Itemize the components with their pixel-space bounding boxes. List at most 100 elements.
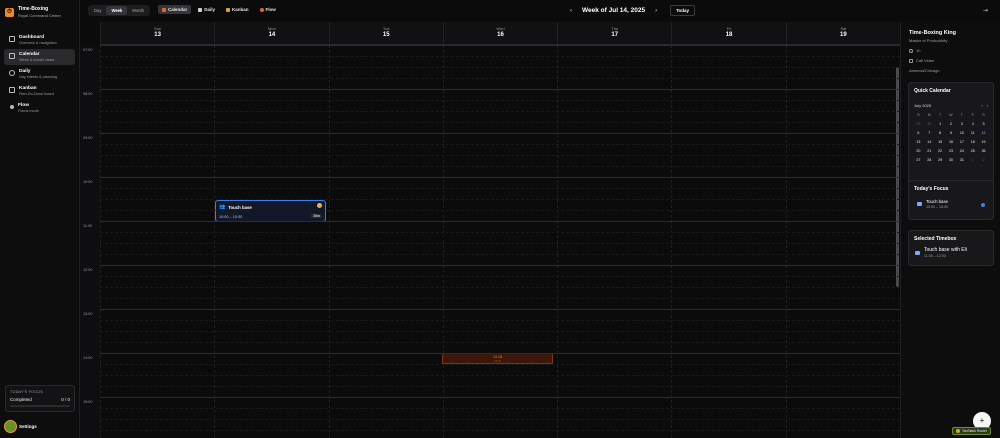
hour-line — [100, 309, 900, 310]
mini-calendar-day[interactable]: 25 — [967, 148, 978, 155]
mini-calendar-day[interactable]: 28 — [924, 157, 935, 164]
day-date: 18 — [725, 32, 733, 38]
focus-summary-label: Completed — [10, 397, 32, 402]
mini-calendar-day[interactable]: 29 — [913, 121, 924, 128]
weekday-label: F — [971, 113, 974, 117]
mini-calendar-day[interactable]: 26 — [978, 148, 989, 155]
range-month[interactable]: Month — [127, 6, 149, 15]
mini-calendar-day[interactable]: 16 — [946, 139, 957, 146]
chevron-right-icon[interactable]: › — [987, 103, 988, 108]
mini-calendar-day[interactable]: 4 — [967, 121, 978, 128]
time-label: 10:00 — [83, 180, 93, 184]
quarter-line — [100, 419, 900, 420]
tab-daily[interactable]: Daily — [194, 5, 219, 14]
tab-flow[interactable]: Flow — [256, 5, 280, 14]
mini-calendar-day[interactable]: 12 — [978, 130, 989, 137]
selected-timebox-card: Selected Timebox Touch base with Eli 11:3… — [908, 230, 994, 266]
tab-calendar[interactable]: Calendar — [158, 5, 192, 14]
mini-calendar-day[interactable]: 21 — [924, 148, 935, 155]
quick-calendar-month: July 2025 — [914, 103, 932, 108]
sidebar-item-calendar[interactable]: Calendar Week & month views — [4, 49, 75, 65]
today-button[interactable]: Today — [670, 5, 696, 16]
quarter-line — [100, 364, 900, 365]
mini-calendar-day[interactable]: 10 — [956, 130, 967, 137]
quarter-line — [100, 375, 900, 376]
mini-calendar-day[interactable]: 20 — [913, 148, 924, 155]
tab-kanban[interactable]: Kanban — [222, 5, 253, 14]
sidebar-item-daily[interactable]: Daily Day intents & planning — [4, 66, 75, 82]
mini-calendar-day[interactable]: 5 — [978, 121, 989, 128]
quarter-line — [100, 243, 900, 244]
hour-line — [100, 177, 900, 178]
mini-calendar-day[interactable]: 9 — [946, 130, 957, 137]
focus-item[interactable]: Touch base 10:00 – 10:30 — [909, 192, 993, 215]
mini-calendar-day[interactable]: 22 — [935, 148, 946, 155]
mini-calendar-day[interactable]: 15 — [935, 139, 946, 146]
resize-handle-top[interactable] — [268, 200, 274, 201]
mini-calendar-day[interactable]: 2 — [946, 121, 957, 128]
brand-subtitle: Royal Command Center — [18, 13, 61, 18]
people-icon — [917, 202, 922, 206]
mini-calendar-day[interactable]: 2 — [978, 157, 989, 164]
devtools-toggle[interactable]: TanStack Router — [952, 427, 992, 435]
range-day[interactable]: Day — [89, 6, 106, 15]
sidebar-item-kanban[interactable]: Kanban Plan-Do-Done board — [4, 83, 75, 99]
mini-calendar-day[interactable]: 31 — [956, 157, 967, 164]
event-touch-base[interactable]: 👥 Touch base 10:00 – 10:30 30m — [215, 200, 326, 222]
mini-calendar-day[interactable]: 30 — [946, 157, 957, 164]
day-column-line — [557, 45, 559, 438]
day-header-thu: Thu 17 — [557, 22, 671, 44]
kanban-icon — [9, 87, 15, 93]
focus-item-title: Touch base — [926, 199, 948, 204]
mini-calendar-day[interactable]: 11 — [967, 130, 978, 137]
mini-calendar-day[interactable]: 30 — [924, 121, 935, 128]
hour-line — [100, 397, 900, 398]
profile-name: Time-Boxing King — [909, 30, 956, 36]
mini-calendar-day[interactable]: 23 — [946, 148, 957, 155]
mini-calendar-day[interactable]: 29 — [935, 157, 946, 164]
day-date: 19 — [839, 32, 847, 38]
mini-calendar-day[interactable]: 13 — [913, 139, 924, 146]
clock-icon — [909, 48, 913, 53]
mini-calendar-day[interactable]: 6 — [913, 130, 924, 137]
day-date: 13 — [154, 32, 161, 38]
mini-calendar-day[interactable]: 7 — [924, 130, 935, 137]
profile: Time-Boxing King Master of Productivity … — [901, 22, 1000, 73]
mini-calendar-day[interactable]: 1 — [967, 157, 978, 164]
mini-calendar-day[interactable]: 3 — [956, 121, 967, 128]
collapse-panel-icon[interactable]: ⇥ — [983, 7, 988, 14]
quarter-line — [100, 298, 900, 299]
brand: ⏱ Time-Boxing Royal Command Center — [0, 0, 79, 24]
day-column-line — [671, 45, 673, 438]
chevron-right-icon[interactable]: › — [655, 8, 657, 14]
day-date: 15 — [382, 32, 390, 38]
hour-line — [100, 353, 900, 354]
status-icon — [317, 203, 322, 208]
mini-calendar-day[interactable]: 18 — [967, 139, 978, 146]
quarter-line — [100, 408, 900, 409]
chevron-left-icon[interactable]: ‹ — [570, 8, 572, 14]
day-header-row: Sun 13 Mon 14 Tue 15 Wed 16 Thu 17 Fri 18 Sat 1… — [100, 22, 900, 45]
time-grid[interactable]: 07:00 08:00 09:00 10:00 11:00 12:00 13:0… — [80, 45, 901, 438]
chevron-left-icon[interactable]: ‹ — [981, 103, 982, 108]
mini-calendar-day[interactable]: 24 — [956, 148, 967, 155]
timebox-title: Touch base with Eli — [924, 247, 967, 253]
mini-calendar-day[interactable]: 17 — [956, 139, 967, 146]
profile-role: Master of Productivity — [909, 38, 948, 43]
mini-calendar-day[interactable]: 19 — [978, 139, 989, 146]
logo-icon: ⏱ — [5, 7, 14, 17]
day-column-line — [328, 45, 330, 438]
range-week[interactable]: Week — [106, 6, 128, 15]
day-name: Sat — [840, 26, 847, 31]
mini-calendar-day[interactable]: 1 — [935, 121, 946, 128]
quarter-line — [100, 232, 900, 233]
sidebar-item-flow[interactable]: Flow Focus mode — [4, 100, 75, 116]
sidebar-item-dashboard[interactable]: Dashboard Overview & navigation — [4, 32, 75, 48]
flow-icon — [259, 7, 264, 12]
current-time-marker[interactable]: 13:18 13:00 — [442, 353, 553, 364]
selected-timebox-item[interactable]: Touch base with Eli 11:30 – 12:00 — [909, 242, 993, 264]
mini-calendar-day[interactable]: 8 — [935, 130, 946, 137]
mini-calendar-day[interactable]: 14 — [924, 139, 935, 146]
settings-button[interactable]: Settings — [4, 420, 37, 433]
mini-calendar-day[interactable]: 27 — [913, 157, 924, 164]
